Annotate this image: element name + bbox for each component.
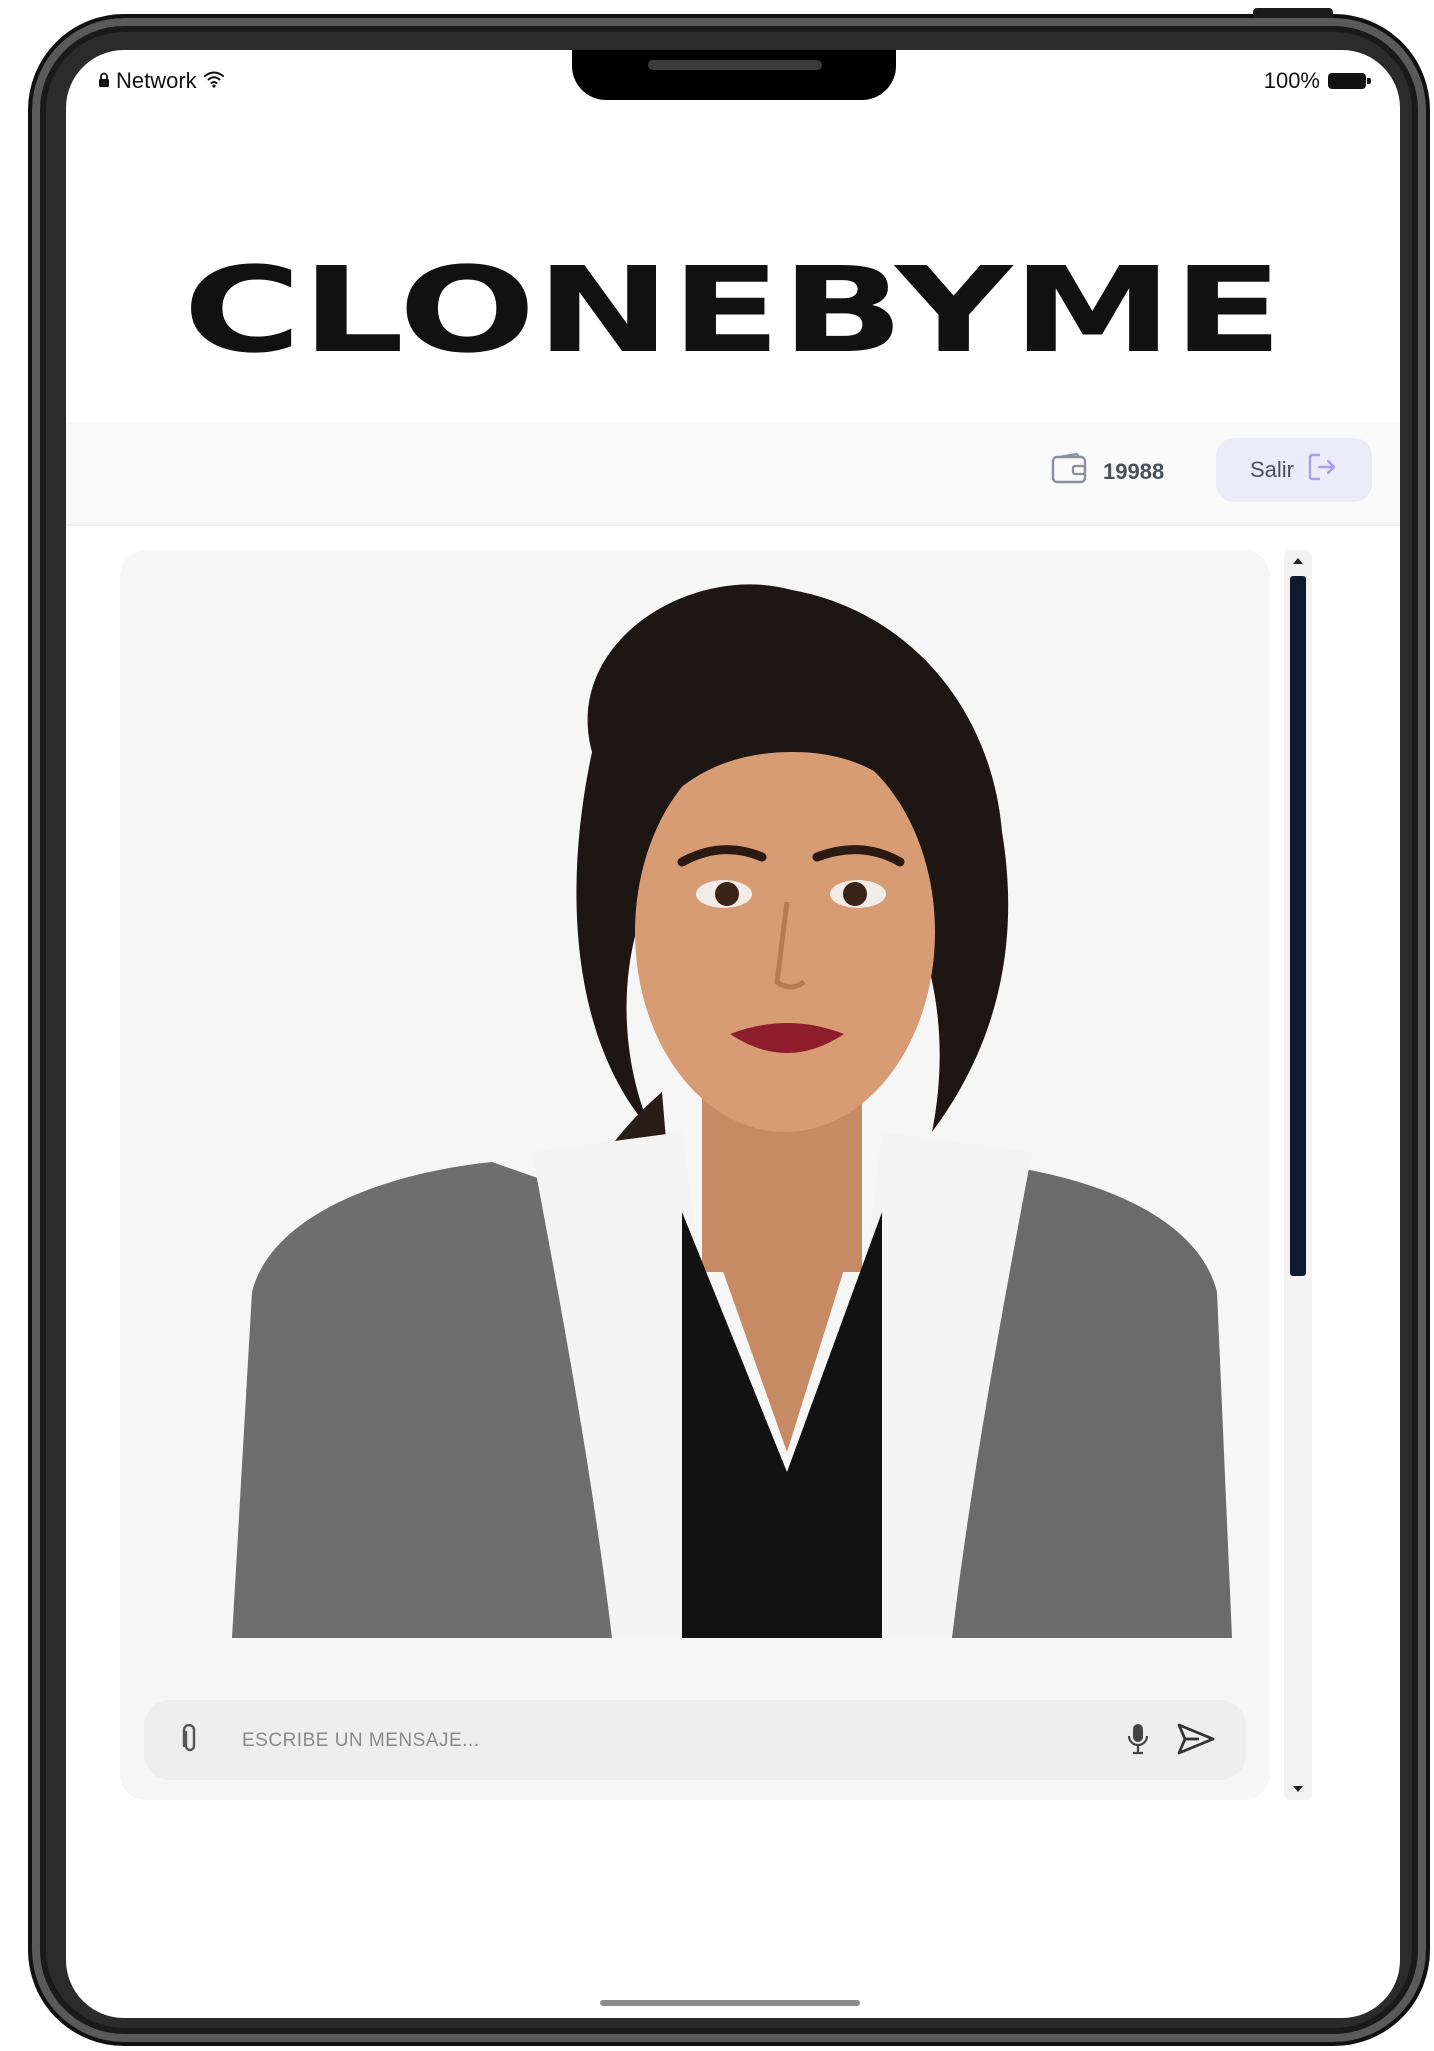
wifi-icon: [203, 68, 225, 94]
status-bar-left: Network: [98, 68, 225, 94]
hardware-button: [1253, 8, 1333, 18]
battery-icon: [1328, 73, 1371, 89]
camera-notch: [572, 50, 896, 100]
avatar-portrait: [232, 584, 1232, 1638]
credit-balance: 19988: [1051, 452, 1164, 492]
lock-icon: [98, 68, 110, 94]
scroll-thumb[interactable]: [1290, 576, 1306, 1276]
message-bar: [144, 1700, 1246, 1780]
home-indicator[interactable]: [600, 2000, 860, 2006]
logout-button[interactable]: Salir: [1216, 438, 1372, 502]
speaker-grille: [648, 60, 822, 70]
network-label: Network: [116, 68, 197, 93]
brand-logo: CLONEBYME: [183, 255, 1283, 355]
wallet-icon: [1051, 452, 1089, 491]
scrollbar[interactable]: [1284, 550, 1312, 1800]
top-bar: 19988 Salir: [66, 422, 1400, 526]
microphone-icon: [1127, 1722, 1149, 1759]
attach-button[interactable]: [172, 1722, 208, 1758]
microphone-button[interactable]: [1120, 1720, 1156, 1760]
scroll-down-arrow[interactable]: [1293, 1786, 1303, 1792]
send-icon: [1177, 1723, 1215, 1758]
attach-icon: [180, 1723, 200, 1757]
send-button[interactable]: [1174, 1720, 1218, 1760]
scroll-up-arrow[interactable]: [1293, 558, 1303, 564]
avatar-panel: [120, 550, 1270, 1800]
logout-label: Salir: [1249, 457, 1294, 482]
logo-text: CLONEBYME: [183, 255, 1283, 355]
message-input[interactable]: [240, 1718, 1084, 1764]
battery-label: 100%: [1263, 68, 1320, 93]
balance-value: 19988: [1103, 459, 1165, 484]
screen: Network 100% CLONEBYME 19988 Salir ESCRI…: [66, 50, 1400, 2018]
status-bar-right: 100%: [1263, 68, 1371, 94]
logout-icon: [1308, 453, 1338, 487]
